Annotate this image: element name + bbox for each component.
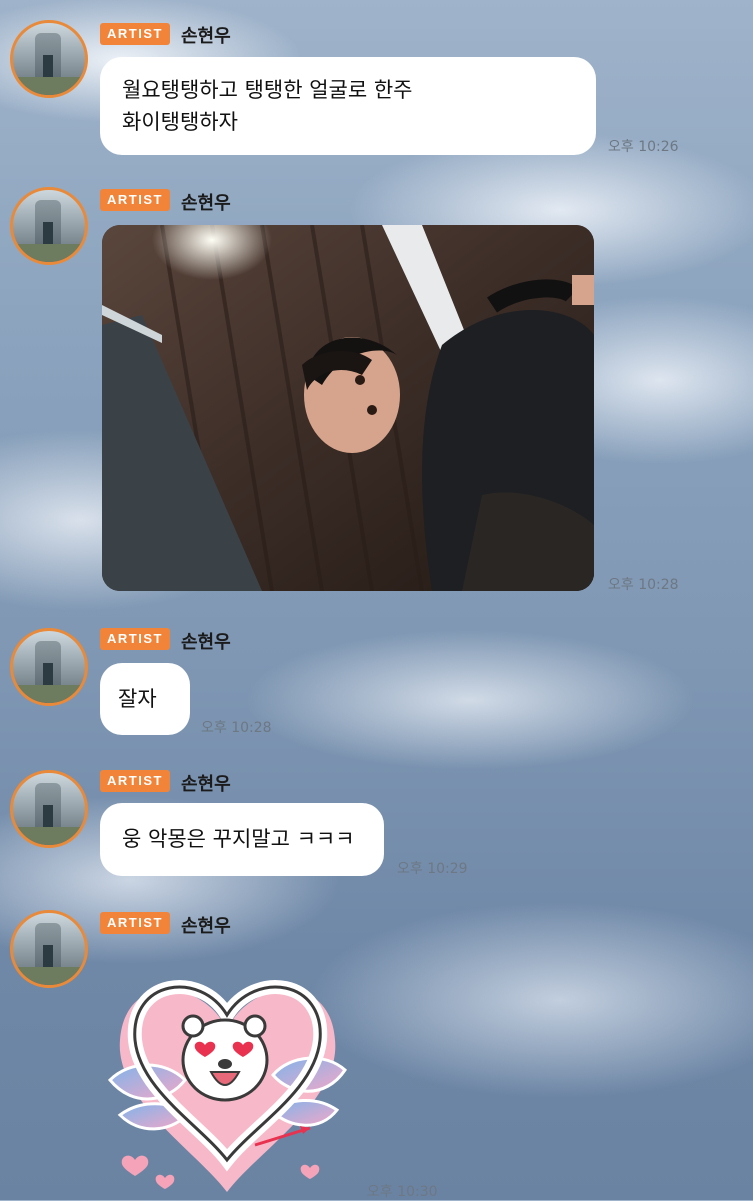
polar-bear-heart-sticker[interactable] (105, 960, 350, 1195)
avatar[interactable] (10, 20, 88, 98)
artist-badge: ARTIST (100, 189, 170, 211)
sender-name: 손현우 (181, 193, 231, 214)
sender-name: 손현우 (181, 774, 231, 795)
artist-badge: ARTIST (100, 912, 170, 934)
message-time: 오후 10:30 (367, 1184, 438, 1200)
message-time: 오후 10:29 (397, 861, 468, 877)
message-time: 오후 10:28 (201, 720, 272, 736)
sender-name: 손현우 (181, 632, 231, 653)
avatar[interactable] (10, 770, 88, 848)
message-bubble[interactable]: 월요탱탱하고 탱탱한 얼굴로 한주 화이탱탱하자 (100, 57, 596, 155)
selfie-photo (102, 225, 594, 591)
photo-message[interactable] (102, 225, 594, 591)
avatar[interactable] (10, 187, 88, 265)
message-text-line: 화이탱탱하자 (122, 110, 238, 134)
message-time: 오후 10:28 (608, 577, 679, 593)
message-time: 오후 10:26 (608, 139, 679, 155)
message-bubble[interactable]: 잘자 (100, 663, 190, 735)
sender-name: 손현우 (181, 916, 231, 937)
message-bubble[interactable]: 웅 악몽은 꾸지말고 ㅋㅋㅋ (100, 803, 384, 876)
avatar[interactable] (10, 628, 88, 706)
artist-badge: ARTIST (100, 770, 170, 792)
message-text-line: 월요탱탱하고 탱탱한 얼굴로 한주 (122, 78, 413, 102)
avatar[interactable] (10, 910, 88, 988)
message-text: 웅 악몽은 꾸지말고 ㅋㅋㅋ (122, 827, 355, 851)
artist-badge: ARTIST (100, 23, 170, 45)
artist-badge: ARTIST (100, 628, 170, 650)
message-text: 잘자 (118, 687, 157, 711)
sender-name: 손현우 (181, 26, 231, 47)
